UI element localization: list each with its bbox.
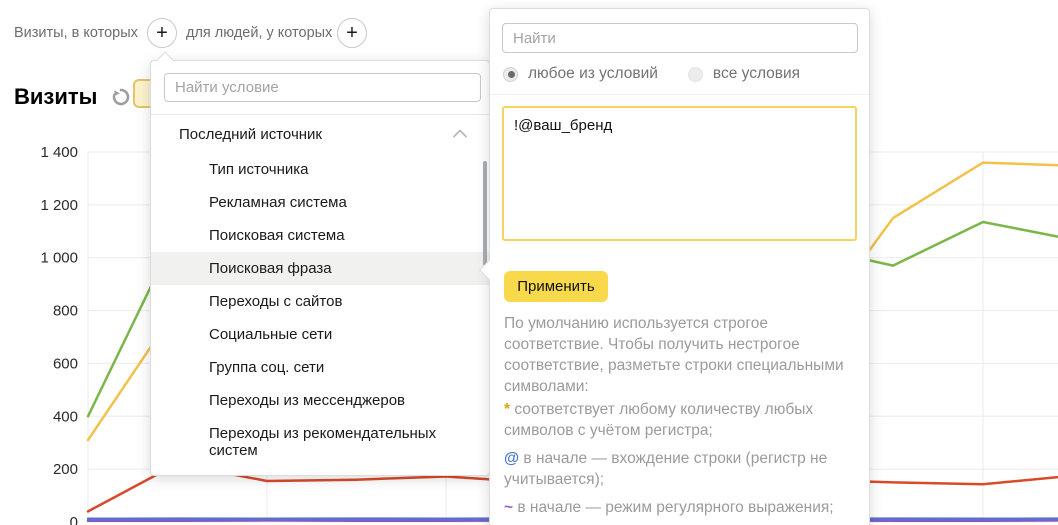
visits-filter-label: Визиты, в которых bbox=[14, 25, 138, 41]
rule-asterisk-text: соответствует любому количеству любых си… bbox=[504, 401, 813, 439]
yandex-metrica-segment-screen: 0 200 400 600 800 1 000 1 200 1 400 Визиты, в к… bbox=[0, 0, 1058, 525]
svg-text:600: 600 bbox=[53, 355, 78, 372]
condition-item-social-group[interactable]: Группа соц. сети bbox=[151, 351, 489, 384]
radio-any-label[interactable]: любое из условий bbox=[528, 65, 658, 83]
special-symbols-list: * соответствует любому количеству любых … bbox=[504, 399, 862, 525]
condition-dropdown: Последний источник Тип источника Рекламн… bbox=[150, 60, 490, 476]
rule-tilde: ~ в начале — режим регулярного выражения… bbox=[504, 497, 862, 518]
value-selector-panel: любое из условий все условия !@ваш_бренд… bbox=[489, 8, 870, 525]
condition-search-input[interactable] bbox=[164, 73, 481, 102]
add-people-condition-button[interactable]: + bbox=[337, 18, 367, 48]
condition-list: Последний источник Тип источника Рекламн… bbox=[151, 115, 489, 467]
people-filter-label: для людей, у которых bbox=[186, 25, 332, 41]
condition-item-messengers[interactable]: Переходы из мессенджеров bbox=[151, 384, 489, 417]
svg-text:1 200: 1 200 bbox=[40, 197, 78, 214]
svg-text:400: 400 bbox=[53, 408, 78, 425]
matching-help-text: По умолчанию используется строгое соотве… bbox=[504, 313, 862, 397]
condition-item-search-engine[interactable]: Поисковая система bbox=[151, 219, 489, 252]
condition-item-social-networks[interactable]: Социальные сети bbox=[151, 318, 489, 351]
add-visit-condition-button[interactable]: + bbox=[147, 18, 177, 48]
tilde-symbol: ~ bbox=[504, 499, 513, 516]
condition-item-search-phrase[interactable]: Поисковая фраза bbox=[151, 252, 489, 285]
rule-at-text: в начале — вхождение строки (регистр не … bbox=[504, 450, 827, 488]
chart-title: Визиты bbox=[14, 84, 97, 110]
svg-text:1 400: 1 400 bbox=[40, 144, 78, 161]
rule-at: @ в начале — вхождение строки (регистр н… bbox=[504, 448, 862, 490]
condition-item-site-referrals[interactable]: Переходы с сайтов bbox=[151, 285, 489, 318]
svg-text:0: 0 bbox=[70, 514, 78, 525]
phrase-values-textarea[interactable]: !@ваш_бренд bbox=[502, 106, 857, 241]
radio-all-label[interactable]: все условия bbox=[713, 65, 800, 83]
condition-item-recommendation-systems[interactable]: Переходы из рекомендательных систем bbox=[151, 417, 489, 467]
at-symbol: @ bbox=[504, 450, 519, 467]
value-search-input[interactable] bbox=[502, 23, 858, 53]
condition-group-last-source[interactable]: Последний источник bbox=[151, 115, 489, 153]
svg-text:200: 200 bbox=[53, 461, 78, 478]
radio-all-conditions[interactable] bbox=[688, 67, 703, 82]
refresh-icon[interactable] bbox=[112, 88, 130, 106]
apply-button[interactable]: Применить bbox=[504, 271, 608, 302]
rule-tilde-text: в начале — режим регулярного выражения; bbox=[513, 499, 834, 516]
radio-any-condition[interactable] bbox=[503, 67, 518, 82]
dropdown-scrollbar-thumb[interactable] bbox=[483, 161, 487, 266]
match-mode-radio-group: любое из условий все условия bbox=[503, 65, 800, 83]
condition-group-label: Последний источник bbox=[179, 126, 322, 143]
condition-item-source-type[interactable]: Тип источника bbox=[151, 153, 489, 186]
condition-item-ad-system[interactable]: Рекламная система bbox=[151, 186, 489, 219]
svg-text:800: 800 bbox=[53, 303, 78, 320]
chevron-up-icon bbox=[453, 129, 467, 138]
svg-text:1 000: 1 000 bbox=[40, 250, 78, 267]
rule-asterisk: * соответствует любому количеству любых … bbox=[504, 399, 862, 441]
panel-divider bbox=[490, 94, 869, 95]
